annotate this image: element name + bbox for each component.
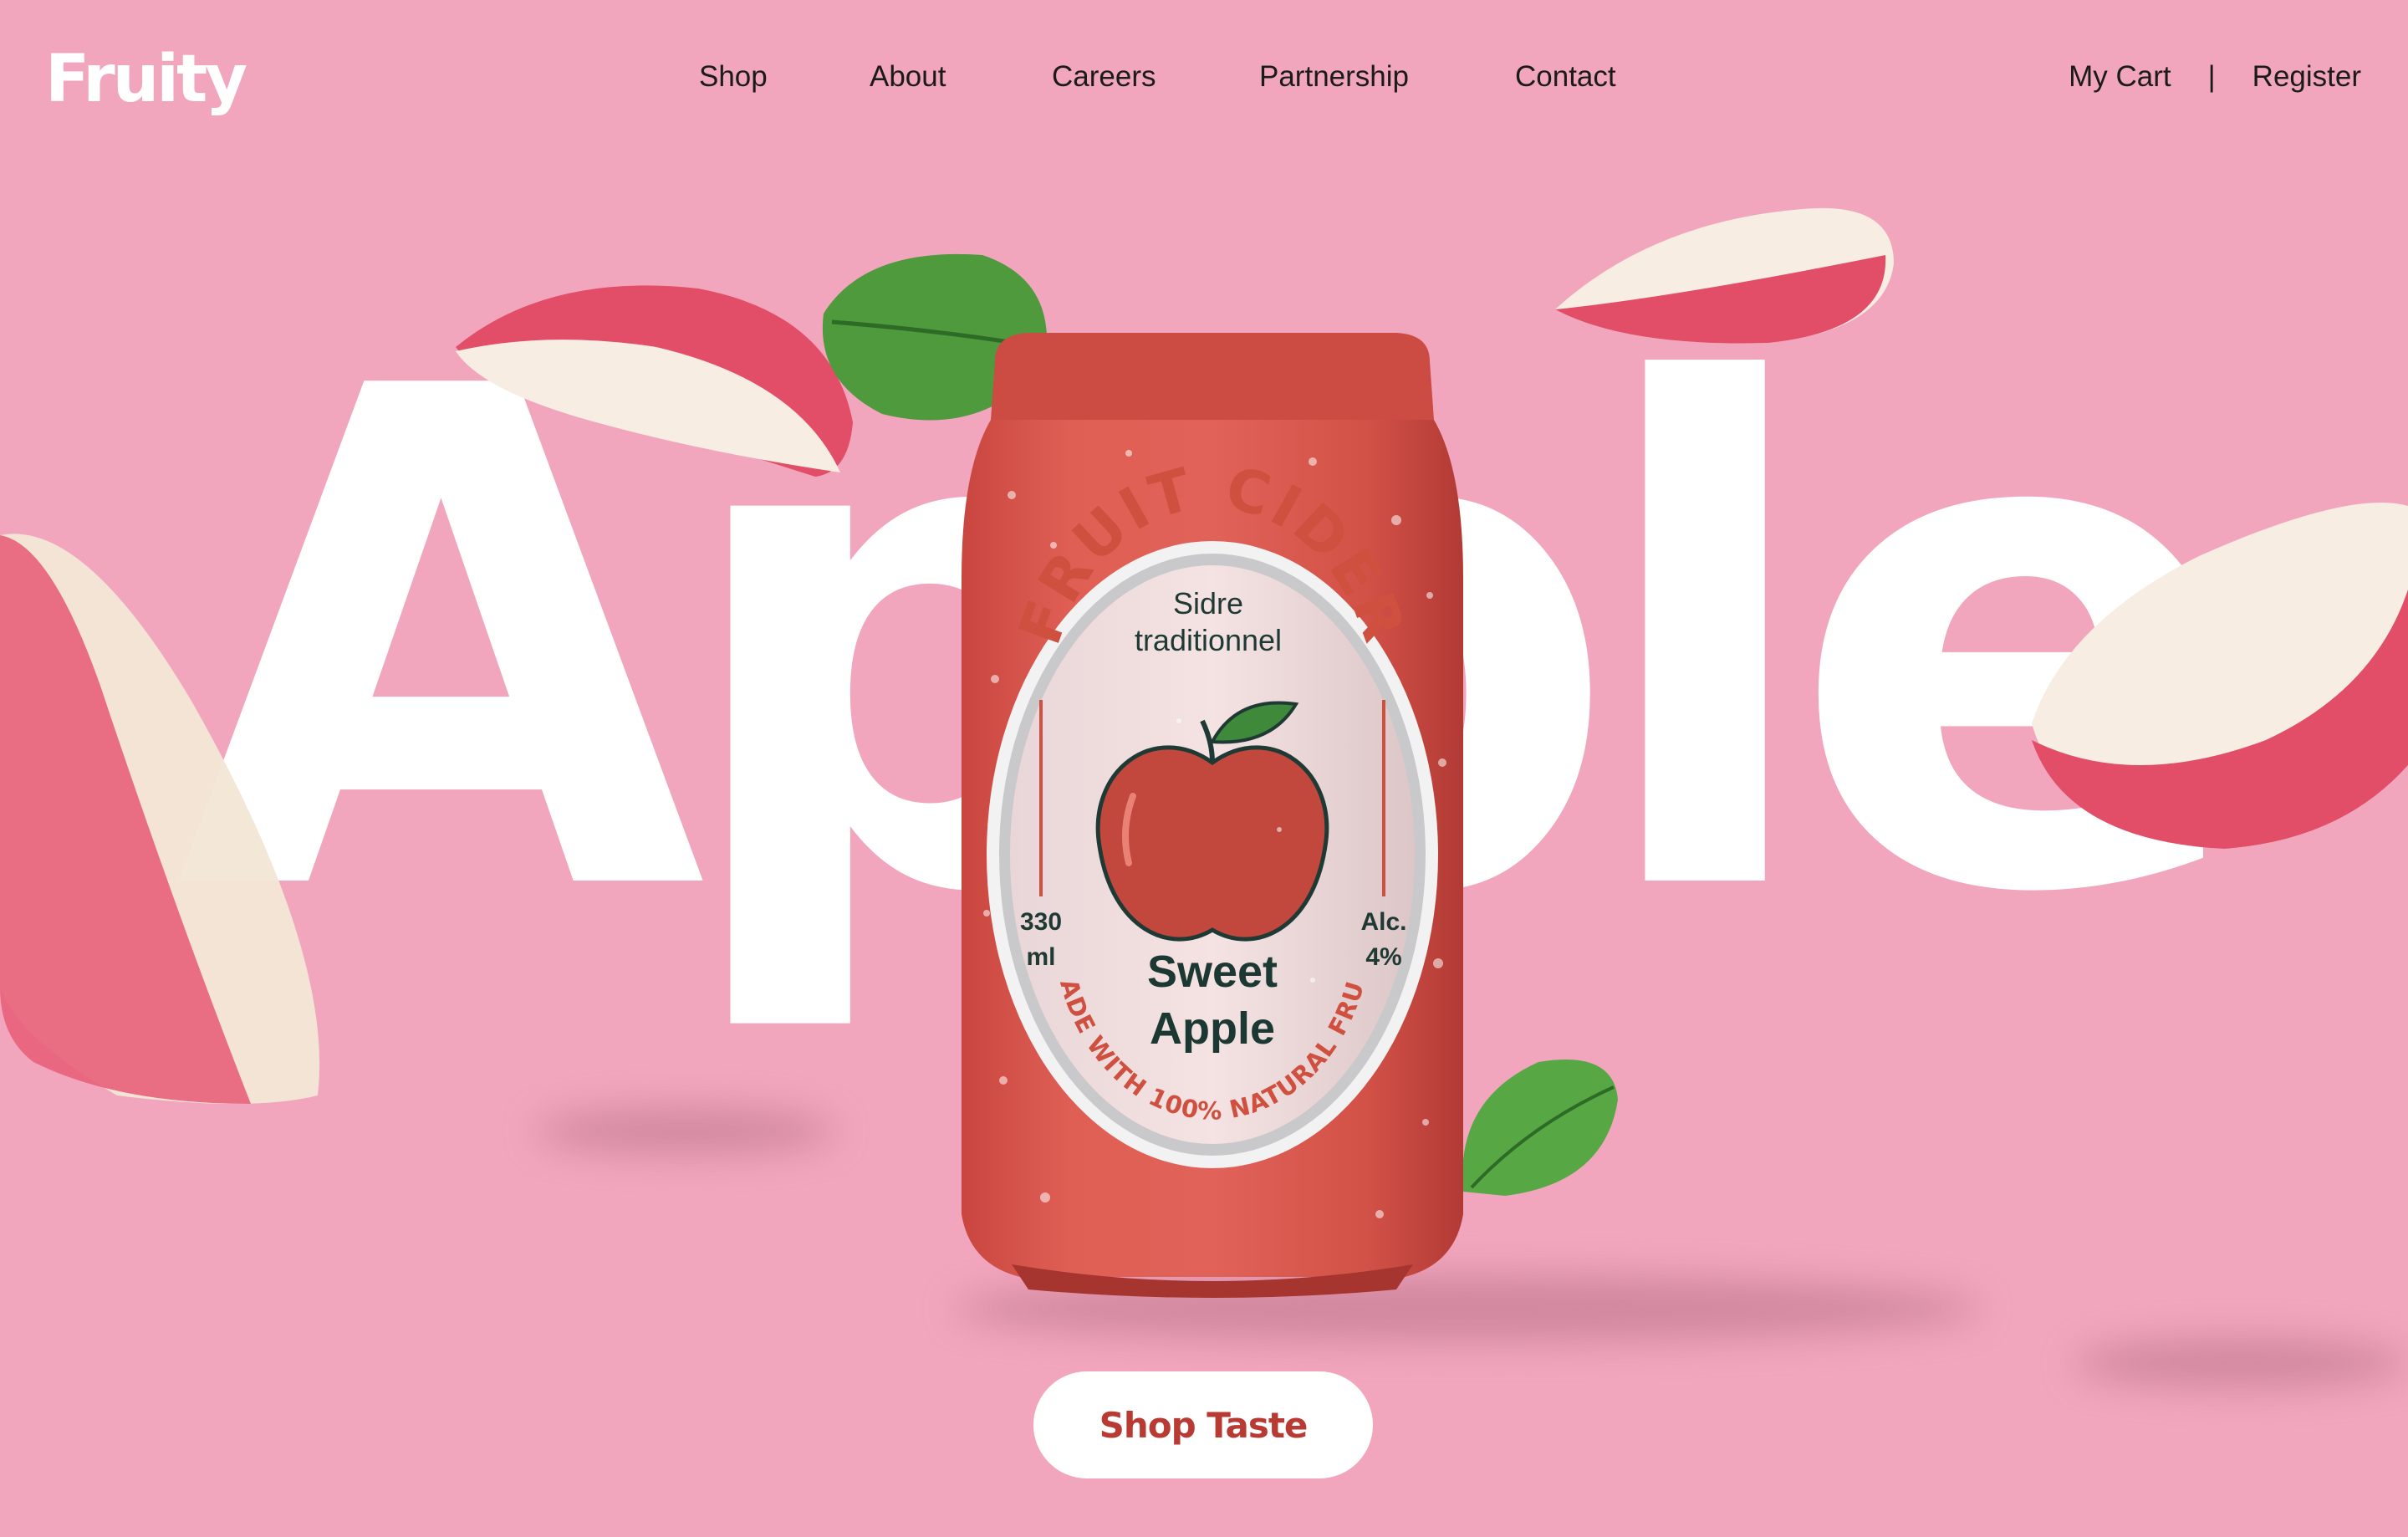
apple-slice-left	[0, 534, 320, 1104]
my-cart-link[interactable]: My Cart	[2069, 60, 2171, 94]
nav-about[interactable]: About	[870, 60, 946, 94]
register-link[interactable]: Register	[2252, 60, 2361, 94]
account-links: My Cart | Register	[2069, 60, 2361, 94]
apple-slice-right	[2032, 503, 2408, 849]
flavor-line-2: Apple	[1149, 1003, 1275, 1054]
alcohol-label: Alc.	[1360, 908, 1407, 936]
nav-partnership[interactable]: Partnership	[1259, 60, 1409, 94]
product-volume: 330 ml	[1012, 905, 1070, 975]
can-illustration: FRUIT CIDER MADE WITH 100% NATURAL FRUIT	[949, 305, 1463, 1298]
flavor-line-1: Sweet	[1146, 947, 1278, 997]
slice-shadow-left	[535, 1108, 836, 1154]
product-alcohol: Alc. 4%	[1346, 905, 1421, 975]
volume-unit: ml	[1026, 943, 1056, 971]
slice-shadow-right	[2074, 1338, 2408, 1388]
nav-contact[interactable]: Contact	[1515, 60, 1616, 94]
product-flavor: Sweet Apple	[1095, 943, 1329, 1057]
brand-logo[interactable]: Fruity	[45, 42, 247, 117]
nav-shop[interactable]: Shop	[699, 60, 768, 94]
shop-taste-button[interactable]: Shop Taste	[1033, 1371, 1373, 1478]
landing-page: Fruity Shop About Careers Partnership Co…	[0, 0, 2408, 1537]
nav-careers[interactable]: Careers	[1052, 60, 1156, 94]
cider-can: FRUIT CIDER MADE WITH 100% NATURAL FRUIT	[949, 305, 1463, 1298]
alcohol-value: 4%	[1365, 943, 1402, 971]
leaf-bottom	[1462, 1060, 1618, 1196]
account-separator: |	[2207, 60, 2216, 93]
apple-slice-top-left	[456, 285, 853, 477]
volume-number: 330	[1019, 908, 1063, 936]
apple-slice-top-right	[1555, 207, 1894, 344]
product-subtitle: Sidre traditionnel	[1134, 586, 1283, 657]
